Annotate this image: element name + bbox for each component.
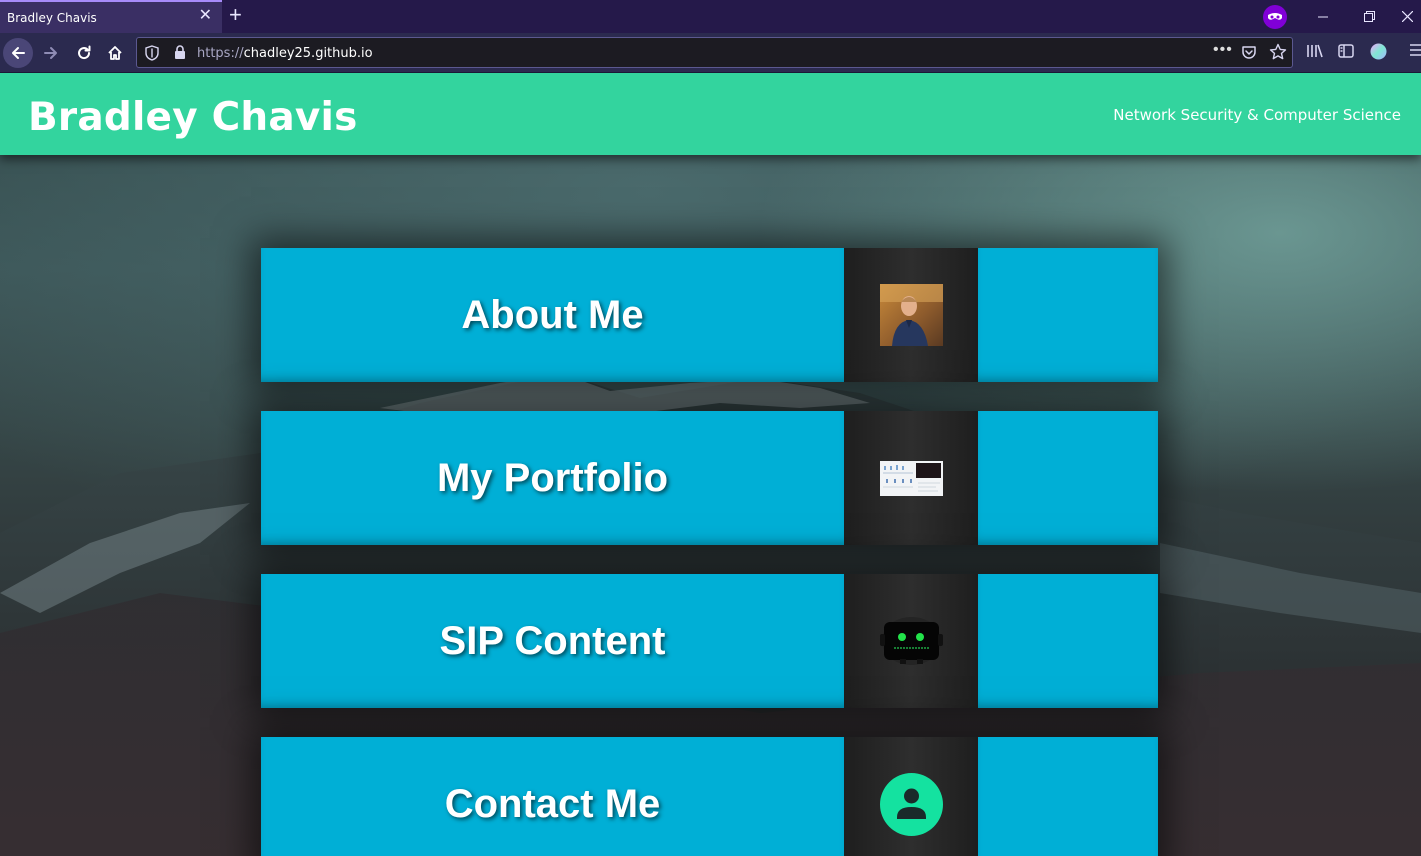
- card-end-panel[interactable]: [978, 248, 1158, 382]
- card-label: SIP Content: [439, 618, 666, 663]
- tab-active[interactable]: Bradley Chavis ✕: [0, 0, 222, 33]
- card-label-panel[interactable]: About Me: [261, 248, 844, 382]
- card-end-panel[interactable]: [978, 411, 1158, 545]
- forward-arrow-icon[interactable]: [36, 38, 66, 68]
- contact-me-card[interactable]: Contact Me: [261, 737, 1158, 856]
- card-thumbnail[interactable]: [844, 248, 978, 382]
- pocket-icon[interactable]: [1241, 44, 1257, 65]
- navigation-toolbar: https://chadley25.github.io •••: [0, 33, 1421, 73]
- about-me-card[interactable]: About Me: [261, 248, 1158, 382]
- window-close-icon[interactable]: [1393, 0, 1421, 33]
- plus-icon[interactable]: +: [229, 3, 242, 27]
- back-arrow-icon[interactable]: [3, 38, 33, 68]
- card-label: My Portfolio: [436, 455, 669, 500]
- portfolio-card[interactable]: My Portfolio: [261, 411, 1158, 545]
- bookmark-star-icon[interactable]: [1269, 43, 1287, 66]
- web-page: Bradley Chavis Network Security & Comput…: [0, 73, 1421, 856]
- page-actions-menu-icon[interactable]: •••: [1213, 41, 1233, 59]
- tracking-protection-shield-icon[interactable]: [145, 45, 159, 66]
- private-browsing-icon: [1263, 5, 1287, 29]
- tab-title: Bradley Chavis: [7, 10, 97, 25]
- card-thumbnail[interactable]: [844, 411, 978, 545]
- profile-avatar-icon[interactable]: [1370, 43, 1387, 65]
- card-label: Contact Me: [444, 781, 661, 826]
- address-bar[interactable]: https://chadley25.github.io •••: [136, 37, 1293, 68]
- site-title[interactable]: Bradley Chavis: [28, 95, 358, 140]
- restore-icon[interactable]: [1346, 0, 1392, 33]
- tab-strip: Bradley Chavis ✕ +: [0, 0, 1421, 33]
- card-thumbnail[interactable]: [844, 737, 978, 856]
- url-text[interactable]: https://chadley25.github.io: [197, 46, 373, 61]
- profile-photo: [879, 284, 943, 346]
- url-scheme: https://: [197, 46, 244, 61]
- robot-icon: [879, 617, 943, 665]
- lock-icon[interactable]: [174, 45, 186, 65]
- sidebar-icon[interactable]: [1338, 43, 1354, 64]
- card-end-panel[interactable]: [978, 737, 1158, 856]
- minimize-icon[interactable]: [1300, 0, 1346, 33]
- card-label-panel[interactable]: SIP Content: [261, 574, 844, 708]
- sip-content-card[interactable]: SIP Content: [261, 574, 1158, 708]
- site-tagline: Network Security & Computer Science: [1113, 106, 1401, 124]
- site-header: Bradley Chavis Network Security & Comput…: [0, 73, 1421, 155]
- url-host: chadley25.github.io: [243, 46, 373, 61]
- card-label-panel[interactable]: Contact Me: [261, 737, 844, 856]
- card-thumbnail[interactable]: [844, 574, 978, 708]
- card-end-panel[interactable]: [978, 574, 1158, 708]
- card-label: About Me: [461, 292, 644, 337]
- reload-icon[interactable]: [69, 38, 99, 68]
- portfolio-screenshot: [879, 460, 943, 496]
- home-icon[interactable]: [100, 38, 130, 68]
- card-label-panel[interactable]: My Portfolio: [261, 411, 844, 545]
- contact-person-icon: [879, 772, 943, 836]
- hamburger-menu-icon[interactable]: [1410, 43, 1421, 62]
- close-icon[interactable]: ✕: [199, 8, 212, 24]
- library-icon[interactable]: [1306, 43, 1324, 64]
